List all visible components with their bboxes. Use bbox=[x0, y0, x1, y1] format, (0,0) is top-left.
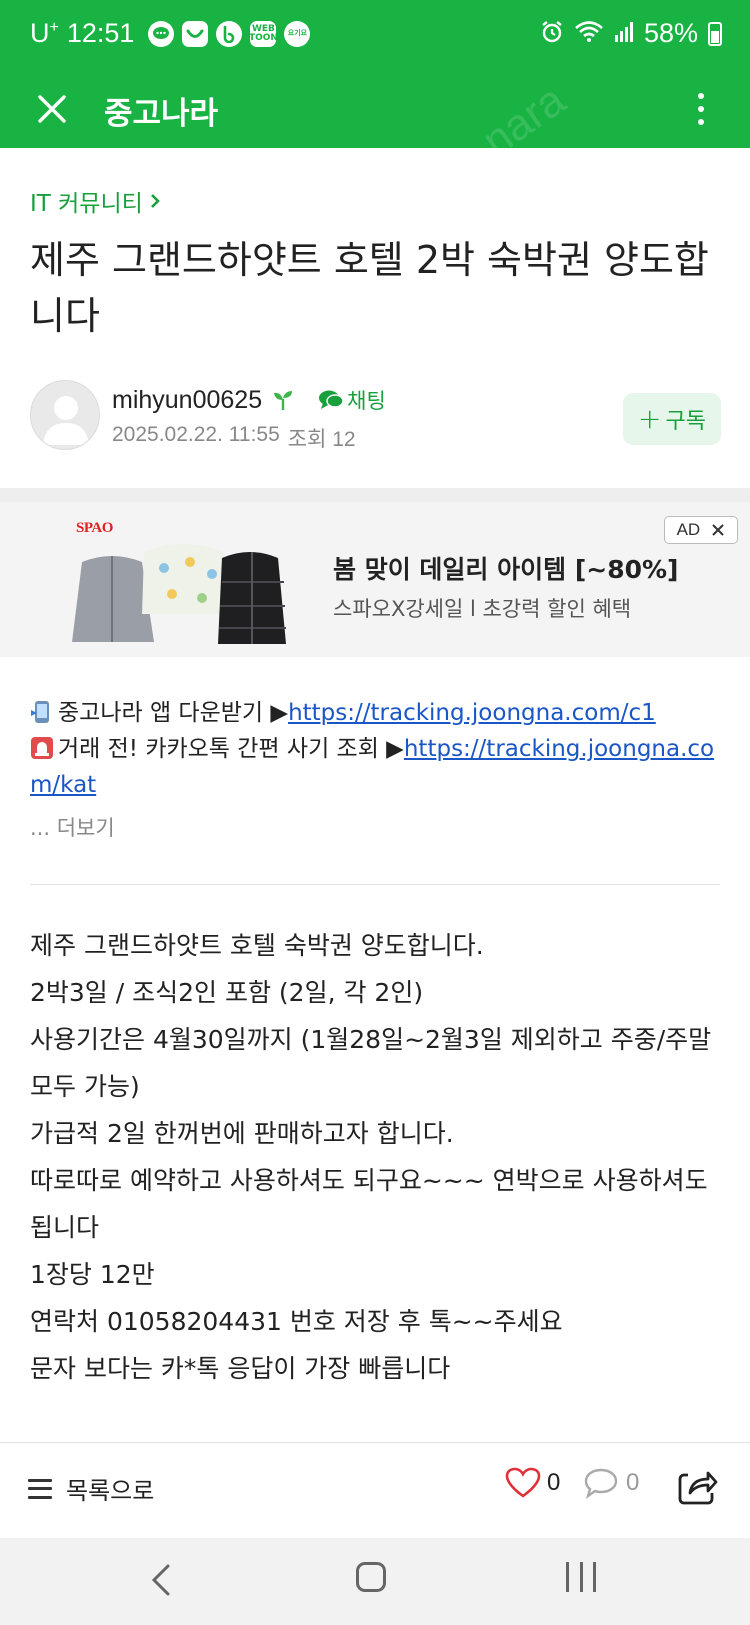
status-bar: U+ 12:51 WEB TOON 요기요 58% bbox=[0, 0, 750, 72]
alarm-icon bbox=[540, 20, 564, 48]
body-line: 2박3일 / 조식2인 포함 (2일, 각 2인) bbox=[30, 978, 424, 1007]
home-icon[interactable] bbox=[356, 1562, 386, 1592]
app-title: 중고나라 bbox=[104, 96, 219, 132]
comment-button[interactable]: 0 bbox=[584, 1467, 639, 1499]
more-vert-icon bbox=[698, 93, 704, 99]
body-line: 제주 그랜드하얏트 호텔 숙박권 양도합니다. bbox=[30, 931, 484, 960]
body-line: 문자 보다는 카*톡 응답이 가장 빠릅니다 bbox=[30, 1354, 451, 1383]
watermark: nara bbox=[473, 75, 574, 166]
user-silhouette-icon bbox=[43, 396, 89, 445]
back-to-list-label: 목록으로 bbox=[66, 1477, 155, 1505]
breadcrumb-label: IT 커뮤니티 bbox=[30, 191, 143, 217]
content-divider bbox=[30, 884, 720, 885]
comment-icon bbox=[584, 1468, 618, 1499]
more-options-button[interactable] bbox=[688, 84, 714, 134]
recent-apps-icon[interactable] bbox=[566, 1562, 596, 1592]
author-row: mihyun00625 채팅 bbox=[112, 385, 386, 415]
system-nav-bar bbox=[0, 1538, 750, 1625]
plus-icon: + bbox=[638, 402, 662, 435]
ad-label: AD bbox=[676, 520, 701, 539]
wifi-icon bbox=[574, 20, 604, 48]
post-meta: 2025.02.22. 11:55 조회 12 bbox=[112, 423, 356, 453]
webtoon-icon: WEB TOON bbox=[249, 20, 278, 47]
app-download-line: 중고나라 앱 다운받기 ▶https://tracking.joongna.co… bbox=[30, 695, 730, 731]
body-line: 연락처 01058204431 번호 저장 후 톡~~주세요 bbox=[30, 1307, 563, 1336]
share-button[interactable] bbox=[678, 1463, 718, 1507]
carrier-label: U+ bbox=[30, 18, 59, 48]
smile-app-icon bbox=[182, 20, 209, 47]
list-icon bbox=[28, 1478, 52, 1499]
ad-banner[interactable]: SPAO AD 봄 맞이 데일리 아이템 [~80%] 스파오X강세일 l 초강… bbox=[0, 502, 750, 657]
chat-button[interactable]: 채팅 bbox=[318, 385, 386, 415]
chat-icon bbox=[148, 20, 175, 47]
battery-icon bbox=[708, 21, 722, 46]
view-count: 조회 12 bbox=[287, 428, 356, 451]
ad-subtitle: 스파오X강세일 l 초강력 할인 혜택 bbox=[333, 597, 632, 621]
show-more-button[interactable]: ... 더보기 bbox=[30, 812, 115, 842]
close-button[interactable] bbox=[30, 84, 74, 134]
post-body: 제주 그랜드하얏트 호텔 숙박권 양도합니다. 2박3일 / 조식2인 포함 (… bbox=[30, 922, 730, 1392]
bottom-action-bar: 목록으로 0 0 bbox=[0, 1443, 750, 1538]
sprout-icon bbox=[274, 391, 293, 410]
avatar[interactable] bbox=[30, 380, 100, 450]
post-date: 2025.02.22. 11:55 bbox=[112, 423, 280, 446]
chat-bubbles-icon bbox=[319, 390, 344, 409]
body-line: 가급적 2일 한꺼번에 판매하고자 합니다. bbox=[30, 1119, 454, 1148]
body-line: 사용기간은 4월30일까지 (1월28일~2월3일 제외하고 주중/주말 모두 … bbox=[30, 1025, 712, 1101]
battery-percent: 58% bbox=[643, 18, 698, 48]
clock: 12:51 bbox=[66, 18, 135, 48]
ad-image bbox=[72, 522, 312, 657]
author-name[interactable]: mihyun00625 bbox=[112, 386, 262, 415]
chat-label: 채팅 bbox=[347, 389, 386, 413]
ohgiyo-icon: 요기요 bbox=[284, 20, 311, 47]
subscribe-button[interactable]: + 구독 bbox=[623, 393, 721, 445]
post-title: 제주 그랜드하얏트 호텔 2박 숙박권 양도합니다 bbox=[30, 238, 709, 338]
heart-icon bbox=[505, 1467, 541, 1498]
subscribe-label: 구독 bbox=[665, 409, 706, 434]
ad-title: 봄 맞이 데일리 아이템 [~80%] bbox=[333, 555, 679, 584]
b-app-icon bbox=[216, 20, 243, 47]
chevron-right-icon bbox=[150, 194, 160, 208]
close-icon bbox=[38, 95, 66, 123]
body-line: 1장당 12만 bbox=[30, 1260, 155, 1289]
breadcrumb[interactable]: IT 커뮤니티 bbox=[30, 184, 161, 218]
like-count: 0 bbox=[547, 1469, 561, 1496]
ad-brand-logo: SPAO bbox=[76, 520, 113, 536]
close-icon bbox=[712, 524, 725, 536]
mobile-phone-icon bbox=[31, 701, 49, 723]
section-divider bbox=[0, 488, 750, 502]
back-to-list-button[interactable]: 목록으로 bbox=[28, 1471, 154, 1506]
siren-icon bbox=[31, 737, 53, 759]
app-download-link[interactable]: https://tracking.joongna.com/c1 bbox=[288, 700, 656, 726]
ad-badge[interactable]: AD bbox=[664, 516, 738, 544]
share-icon bbox=[678, 1471, 718, 1505]
signal-icon bbox=[614, 21, 634, 47]
app-bar: 중고나라 nara bbox=[0, 72, 750, 166]
promo-links: 중고나라 앱 다운받기 ▶https://tracking.joongna.co… bbox=[30, 695, 730, 803]
back-icon[interactable] bbox=[146, 1558, 176, 1602]
like-button[interactable]: 0 bbox=[505, 1467, 560, 1499]
status-bar-right: 58% bbox=[540, 18, 722, 49]
body-line: 따로따로 예약하고 사용하셔도 되구요~~~ 연박으로 사용하셔도 됩니다 bbox=[30, 1166, 708, 1242]
scam-check-line: 거래 전! 카카오톡 간편 사기 조회 ▶https://tracking.jo… bbox=[30, 736, 715, 798]
status-bar-left: U+ 12:51 WEB TOON 요기요 bbox=[30, 18, 311, 49]
comment-count: 0 bbox=[626, 1469, 640, 1496]
